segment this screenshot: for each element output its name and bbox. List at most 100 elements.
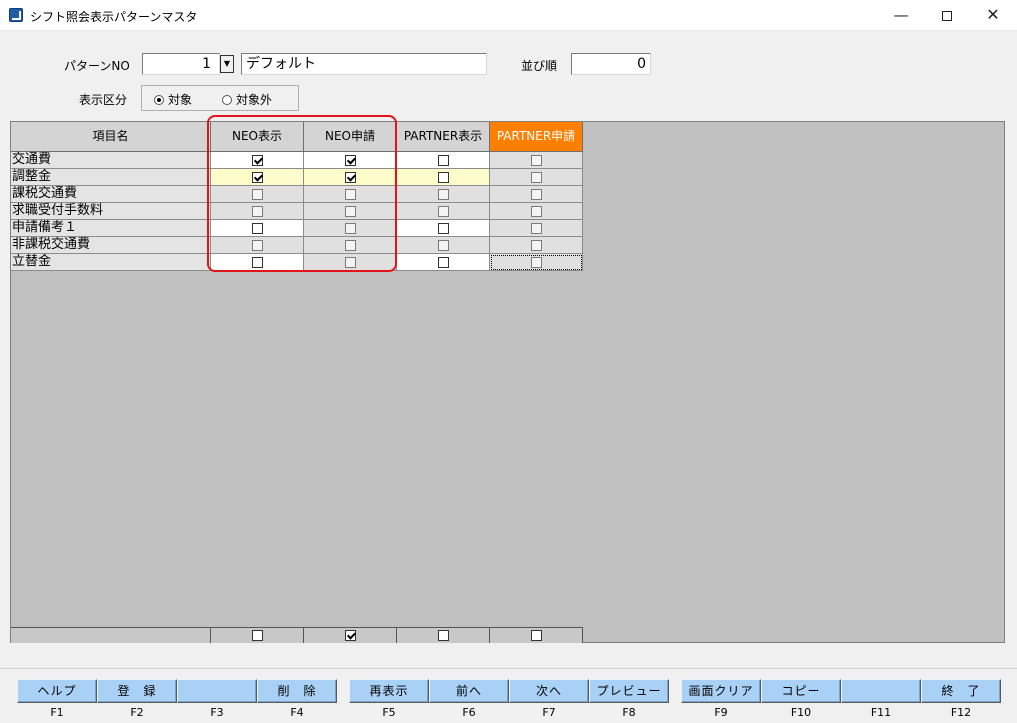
footer-row-label: [11, 627, 211, 643]
checkbox-unchecked[interactable]: [438, 206, 449, 217]
radio-non-target[interactable]: 対象外: [222, 91, 272, 108]
fkey-number-label: F2: [130, 706, 144, 719]
fkey-number-label: F1: [50, 706, 64, 719]
grid-cell: [304, 237, 397, 254]
grid-cell: [490, 152, 583, 169]
grid-cell: [490, 169, 583, 186]
grid-cell: [397, 152, 490, 169]
fkey-number-label: F12: [950, 706, 972, 719]
minimize-button[interactable]: —: [878, 0, 924, 31]
grid-cell: [304, 203, 397, 220]
grid-cell: [397, 169, 490, 186]
header-item-name: 項目名: [11, 122, 211, 152]
sort-order-label: 並び順: [521, 59, 558, 73]
window-title: シフト照会表示パターンマスタ: [30, 10, 198, 24]
fkey-f7-button[interactable]: 次へ: [509, 679, 589, 703]
footer-check-cell: [211, 627, 304, 643]
checkbox-unchecked[interactable]: [345, 206, 356, 217]
radio-unselected-icon: [222, 95, 232, 105]
checkbox-unchecked[interactable]: [252, 206, 263, 217]
checkbox-unchecked[interactable]: [345, 240, 356, 251]
grid-cell: [397, 203, 490, 220]
fkey-number-label: F5: [382, 706, 396, 719]
maximize-button[interactable]: [924, 0, 970, 31]
fkey-number-label: F7: [542, 706, 556, 719]
fkey-f4-button[interactable]: 削 除: [257, 679, 337, 703]
checkbox-unchecked[interactable]: [438, 240, 449, 251]
header-neo-display: NEO表示: [211, 122, 304, 152]
row-item-name: 調整金: [11, 169, 211, 186]
grid-cell: [397, 186, 490, 203]
checkbox-unchecked[interactable]: [531, 206, 542, 217]
header-partner-display: PARTNER表示: [397, 122, 490, 152]
grid-cell: [211, 237, 304, 254]
grid-cell: [490, 203, 583, 220]
fkey-f6-button[interactable]: 前へ: [429, 679, 509, 703]
checkbox-unchecked[interactable]: [345, 223, 356, 234]
fkey-number-label: F6: [462, 706, 476, 719]
checkbox-unchecked[interactable]: [252, 240, 263, 251]
grid-cell: [211, 203, 304, 220]
pattern-no-label: パターンNO: [64, 59, 130, 73]
checkbox-unchecked[interactable]: [438, 155, 449, 166]
checkbox-unchecked[interactable]: [438, 223, 449, 234]
footer-checkbox-unchecked[interactable]: [438, 630, 449, 641]
radio-target-label: 対象: [168, 93, 193, 107]
fkey-f2-button[interactable]: 登 録: [97, 679, 177, 703]
pattern-no-select[interactable]: 1: [142, 53, 220, 75]
row-item-name: 申請備考１: [11, 220, 211, 237]
checkbox-checked[interactable]: [345, 155, 356, 166]
radio-selected-icon: [154, 95, 164, 105]
checkbox-unchecked[interactable]: [438, 257, 449, 268]
fkey-f1-button[interactable]: ヘルプ: [17, 679, 97, 703]
fkey-number-label: F11: [870, 706, 892, 719]
checkbox-checked[interactable]: [252, 155, 263, 166]
fkey-number-label: F10: [790, 706, 812, 719]
chevron-down-icon[interactable]: ▼: [220, 55, 234, 73]
footer-checkbox-checked[interactable]: [345, 630, 356, 641]
fkey-number-label: F8: [622, 706, 636, 719]
checkbox-unchecked[interactable]: [252, 223, 263, 234]
fkey-f9-button[interactable]: 画面クリア: [681, 679, 761, 703]
fkey-f10-button[interactable]: コピー: [761, 679, 841, 703]
grid-cell: [211, 254, 304, 271]
checkbox-unchecked[interactable]: [438, 172, 449, 183]
close-button[interactable]: ✕: [970, 0, 1016, 31]
checkbox-unchecked[interactable]: [345, 189, 356, 200]
fkey-f11-button[interactable]: [841, 679, 921, 703]
app-icon: [9, 8, 23, 22]
fkey-f12-button[interactable]: 終 了: [921, 679, 1001, 703]
checkbox-unchecked[interactable]: [531, 189, 542, 200]
fkey-f5-button[interactable]: 再表示: [349, 679, 429, 703]
sort-order-field[interactable]: 0: [571, 53, 651, 75]
checkbox-unchecked[interactable]: [531, 240, 542, 251]
footer-checkbox-unchecked[interactable]: [252, 630, 263, 641]
grid-cell: [397, 254, 490, 271]
row-item-name: 交通費: [11, 152, 211, 169]
checkbox-unchecked[interactable]: [252, 189, 263, 200]
item-grid: 項目名 NEO表示 NEO申請 PARTNER表示 PARTNER申請 交通費 調整金 課税交…: [10, 121, 1005, 643]
checkbox-unchecked[interactable]: [438, 189, 449, 200]
row-item-name: 立替金: [11, 254, 211, 271]
grid-cell: [490, 220, 583, 237]
checkbox-unchecked[interactable]: [252, 257, 263, 268]
grid-cell: [397, 237, 490, 254]
pattern-name-field[interactable]: デフォルト: [241, 53, 487, 75]
fkey-number-label: F4: [290, 706, 304, 719]
checkbox-unchecked[interactable]: [531, 257, 542, 268]
checkbox-unchecked[interactable]: [531, 223, 542, 234]
checkbox-unchecked[interactable]: [531, 172, 542, 183]
footer-checkbox-unchecked[interactable]: [531, 630, 542, 641]
radio-target[interactable]: 対象: [154, 91, 192, 108]
header-neo-apply: NEO申請: [304, 122, 397, 152]
grid-cell: [304, 186, 397, 203]
checkbox-unchecked[interactable]: [531, 155, 542, 166]
checkbox-unchecked[interactable]: [345, 257, 356, 268]
grid-cell: [211, 220, 304, 237]
fkey-f8-button[interactable]: プレビュー: [589, 679, 669, 703]
function-key-bar: ヘルプ F1 登 録 F2 F3 削 除 F4 再表示 F5 前へ F6 次へ F7 プレビュー F8 画面ク…: [0, 668, 1017, 723]
row-item-name: 非課税交通費: [11, 237, 211, 254]
checkbox-checked[interactable]: [252, 172, 263, 183]
fkey-f3-button[interactable]: [177, 679, 257, 703]
checkbox-checked[interactable]: [345, 172, 356, 183]
